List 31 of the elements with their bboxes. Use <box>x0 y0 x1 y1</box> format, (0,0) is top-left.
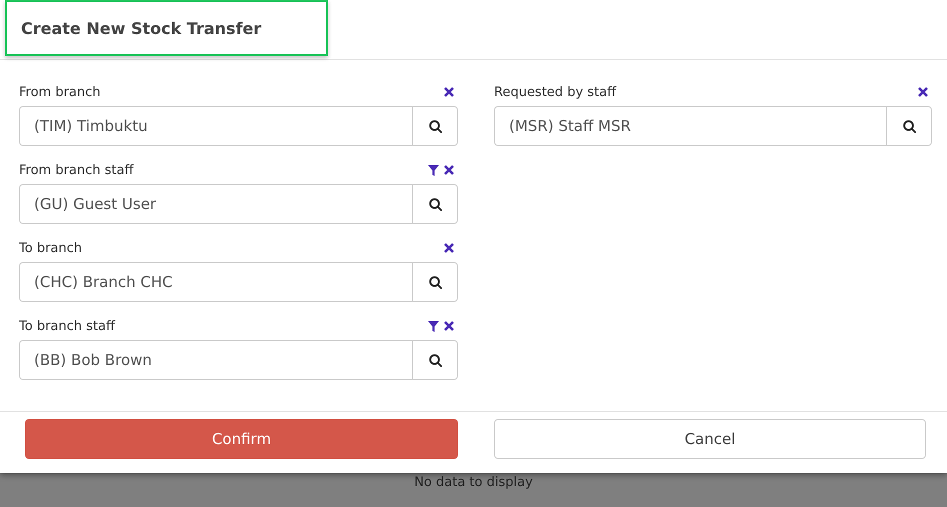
field-label: From branch staff <box>19 162 134 178</box>
clear-icon[interactable] <box>444 243 454 253</box>
lookup-field[interactable]: (MSR) Staff MSR <box>494 106 886 146</box>
field-label: To branch staff <box>19 318 115 334</box>
search-button[interactable] <box>412 184 458 224</box>
lookup-field[interactable]: (BB) Bob Brown <box>19 340 412 380</box>
search-button[interactable] <box>412 106 458 146</box>
clear-icon[interactable] <box>444 165 454 175</box>
filter-icon[interactable] <box>428 164 439 176</box>
search-icon <box>902 118 916 134</box>
search-icon <box>428 118 442 134</box>
confirm-button[interactable]: Confirm <box>25 419 458 459</box>
field-label: To branch <box>19 240 82 256</box>
lookup-field[interactable]: (TIM) Timbuktu <box>19 106 412 146</box>
cancel-button[interactable]: Cancel <box>494 419 926 459</box>
search-icon <box>428 352 442 368</box>
filter-icon[interactable] <box>428 320 439 332</box>
clear-icon[interactable] <box>444 87 454 97</box>
dialog-title: Create New Stock Transfer <box>5 0 328 56</box>
clear-icon[interactable] <box>444 321 454 331</box>
search-icon <box>428 196 442 212</box>
search-icon <box>428 274 442 290</box>
search-button[interactable] <box>412 262 458 302</box>
field-label: From branch <box>19 84 101 100</box>
search-button[interactable] <box>412 340 458 380</box>
search-button[interactable] <box>886 106 932 146</box>
lookup-field[interactable]: (CHC) Branch CHC <box>19 262 412 302</box>
lookup-field[interactable]: (GU) Guest User <box>19 184 412 224</box>
empty-message: No data to display <box>414 475 533 490</box>
clear-icon[interactable] <box>918 87 928 97</box>
field-label: Requested by staff <box>494 84 616 100</box>
